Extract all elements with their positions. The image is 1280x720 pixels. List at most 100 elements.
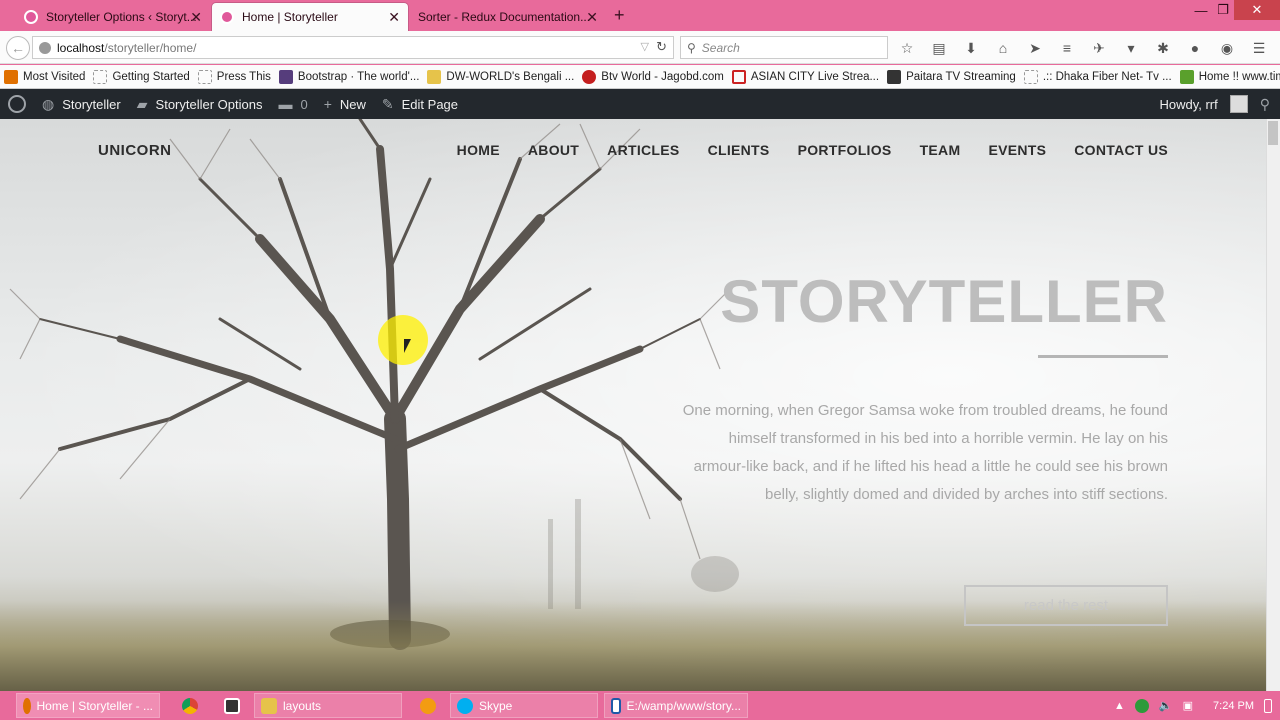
nav-portfolios[interactable]: PORTFOLIOS — [798, 142, 892, 158]
bookmarks-menu-icon[interactable]: ▤ — [928, 37, 950, 59]
wp-edit-page-link[interactable]: ✎ Edit Page — [382, 96, 458, 113]
bookmark-item[interactable]: .:: Dhaka Fiber Net- Tv ... — [1023, 69, 1172, 84]
btv-icon — [582, 69, 597, 84]
chevron-down-icon[interactable]: ▾ — [1120, 37, 1142, 59]
wp-site-label: Storyteller — [62, 96, 121, 112]
bookmark-label: Paitara TV Streaming — [906, 70, 1016, 83]
hero-divider — [1038, 355, 1168, 358]
search-placeholder: Search — [701, 40, 740, 55]
chat-icon[interactable]: ● — [1184, 37, 1206, 59]
send-icon[interactable]: ➤ — [1024, 37, 1046, 59]
media-player-icon — [420, 697, 436, 714]
volume-icon[interactable]: 🔈 — [1159, 699, 1173, 712]
dropdown-arrow-icon[interactable]: ▽ — [641, 40, 649, 53]
scrollbar[interactable] — [1266, 119, 1280, 691]
browser-tab-bar: Storyteller Options ‹ Storyt... ✕ Home |… — [0, 0, 1280, 31]
read-the-rest-button[interactable]: read the rest — [964, 585, 1168, 626]
wp-edit-label: Edit Page — [401, 96, 459, 112]
close-icon[interactable]: ✕ — [388, 9, 400, 26]
bookmark-item[interactable]: Home !! www.timepas... — [1179, 69, 1280, 84]
tray-arrow-icon[interactable]: ▲ — [1114, 700, 1125, 712]
close-icon[interactable]: ✕ — [586, 9, 598, 26]
search-icon[interactable]: ⚲ — [1260, 96, 1270, 113]
taskbar-label: E:/wamp/www/story... — [626, 698, 741, 713]
hero-text: One morning, when Gregor Samsa woke from… — [682, 402, 1168, 503]
wp-comments-link[interactable]: ▬ 0 — [278, 96, 307, 112]
bookmark-item[interactable]: Press This — [197, 69, 271, 84]
app-icon — [224, 697, 240, 714]
network-icon[interactable]: ▣ — [1183, 699, 1193, 712]
wp-options-link[interactable]: ▰ Storyteller Options — [137, 96, 263, 113]
clock[interactable]: 7:24 PM — [1213, 700, 1254, 712]
taskbar-label: Home | Storyteller - ... — [36, 698, 153, 713]
nav-articles[interactable]: ARTICLES — [607, 142, 679, 158]
bookmark-item[interactable]: Most Visited — [4, 69, 85, 84]
addon-icon[interactable]: ◉ — [1216, 37, 1238, 59]
tab-storyteller-options[interactable]: Storyteller Options ‹ Storyt... ✕ — [16, 3, 210, 31]
system-tray: ▲ 🔈 ▣ 7:24 PM — [1114, 691, 1272, 720]
nav-team[interactable]: TEAM — [920, 142, 961, 158]
nav-home[interactable]: HOME — [457, 142, 500, 158]
nav-clients[interactable]: CLIENTS — [708, 142, 770, 158]
reload-icon[interactable]: ↻ — [656, 39, 667, 55]
taskbar-media[interactable] — [414, 693, 448, 718]
site-favicon-icon — [220, 10, 234, 24]
bookmark-label: Bootstrap · The world'... — [297, 70, 420, 83]
howdy-user[interactable]: Howdy, rrf — [1159, 97, 1217, 112]
download-icon[interactable]: ⬇ — [960, 37, 982, 59]
bookmark-item[interactable]: Bootstrap · The world'... — [278, 69, 420, 84]
tab-redux-docs[interactable]: Sorter - Redux Documentation... ✕ — [410, 3, 606, 31]
tab-home-storyteller[interactable]: Home | Storyteller ✕ — [212, 3, 408, 31]
puzzle-icon[interactable]: ✱ — [1152, 37, 1174, 59]
tray-app-icon[interactable] — [1134, 698, 1149, 713]
wp-site-link[interactable]: ◍ Storyteller — [42, 96, 121, 113]
bookmark-item[interactable]: Getting Started — [93, 69, 190, 84]
taskbar-firefox[interactable]: Home | Storyteller - ... — [16, 693, 160, 718]
bookmark-star-icon[interactable]: ☆ — [896, 37, 918, 59]
site-favicon-icon — [24, 10, 38, 24]
nav-contact-us[interactable]: CONTACT US — [1074, 142, 1168, 158]
search-input[interactable]: ⚲ Search — [680, 36, 888, 59]
taskbar-skype[interactable]: Skype — [450, 693, 598, 718]
bookmarks-bar: Most Visited Getting Started Press This … — [0, 65, 1280, 89]
wp-new-label: New — [339, 96, 366, 112]
bookmark-item[interactable]: Paitara TV Streaming — [887, 69, 1016, 84]
wordpress-logo-icon[interactable] — [8, 95, 26, 113]
pencil-icon: ✎ — [381, 95, 394, 112]
taskbar-app[interactable] — [218, 693, 252, 718]
bookmark-item[interactable]: ASIAN CITY Live Strea... — [731, 69, 879, 84]
url-bar[interactable]: localhost/storyteller/home/ ▽ ↻ — [32, 36, 674, 59]
back-arrow-icon[interactable]: ← — [6, 36, 30, 60]
bookmark-label: Btv World - Jagobd.com — [601, 70, 724, 83]
asian-city-icon — [731, 69, 746, 84]
bootstrap-icon — [278, 69, 293, 84]
site-nav: HOME ABOUT ARTICLES CLIENTS PORTFOLIOS T… — [457, 142, 1168, 158]
hamburger-menu-icon[interactable]: ☰ — [1248, 37, 1270, 59]
firefox-icon — [23, 697, 31, 714]
home-icon[interactable]: ⌂ — [992, 37, 1014, 59]
close-icon[interactable]: ✕ — [190, 9, 202, 26]
folder-icon — [427, 69, 442, 84]
taskbar-editor[interactable]: E:/wamp/www/story... — [604, 693, 748, 718]
url-host: localhost — [57, 40, 105, 55]
reader-icon[interactable]: ≡ — [1056, 37, 1078, 59]
nav-events[interactable]: EVENTS — [988, 142, 1046, 158]
taskbar-chrome[interactable] — [176, 693, 210, 718]
page-icon — [93, 69, 108, 84]
wp-new-link[interactable]: + New — [324, 96, 366, 112]
chrome-icon — [182, 697, 198, 714]
avatar[interactable] — [1229, 95, 1248, 113]
new-tab-icon[interactable]: + — [614, 5, 625, 26]
scrollbar-thumb[interactable] — [1268, 121, 1278, 145]
site-brand[interactable]: UNICORN — [98, 142, 172, 159]
bookmark-item[interactable]: DW-WORLD's Bengali ... — [427, 69, 574, 84]
mouse-cursor-icon — [404, 339, 411, 353]
show-desktop-icon[interactable] — [1264, 698, 1272, 713]
url-path: /storyteller/home/ — [104, 40, 197, 55]
close-window-icon[interactable]: ✕ — [1234, 0, 1280, 20]
extension-icon[interactable]: ✈ — [1088, 37, 1110, 59]
page-icon — [197, 69, 212, 84]
taskbar-layouts[interactable]: layouts — [254, 693, 402, 718]
bookmark-item[interactable]: Btv World - Jagobd.com — [582, 69, 724, 84]
nav-about[interactable]: ABOUT — [528, 142, 579, 158]
